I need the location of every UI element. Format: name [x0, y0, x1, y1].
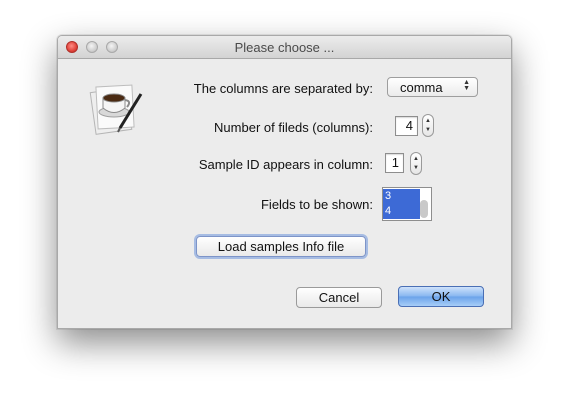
- sample-id-input[interactable]: 1: [385, 153, 404, 173]
- separator-label: The columns are separated by:: [193, 81, 373, 96]
- stepper-up-icon[interactable]: ▲: [423, 118, 433, 124]
- window-title: Please choose ...: [234, 40, 335, 55]
- list-item[interactable]: 4: [383, 204, 420, 219]
- stepper-up-icon[interactable]: ▲: [411, 156, 421, 162]
- num-fields-input[interactable]: 4: [395, 116, 418, 136]
- sample-id-stepper[interactable]: ▲ ▼: [410, 152, 422, 175]
- stepper-down-icon[interactable]: ▼: [423, 127, 433, 133]
- num-fields-label: Number of fileds (columns):: [214, 120, 373, 135]
- title-bar[interactable]: Please choose ...: [58, 36, 511, 59]
- ok-button[interactable]: OK: [398, 286, 484, 307]
- list-item[interactable]: 3: [383, 189, 420, 204]
- dialog-window: Please choose ... The columns are separa…: [57, 35, 512, 329]
- stepper-down-icon[interactable]: ▼: [411, 165, 421, 171]
- separator-select[interactable]: comma ▲ ▼: [387, 77, 478, 97]
- fields-shown-list[interactable]: 3 4: [382, 187, 432, 221]
- separator-select-value: comma: [400, 80, 443, 95]
- cancel-button[interactable]: Cancel: [296, 287, 382, 308]
- sample-id-label: Sample ID appears in column:: [198, 157, 373, 172]
- updown-arrows-icon: ▲ ▼: [463, 79, 470, 92]
- load-samples-info-button[interactable]: Load samples Info file: [196, 236, 366, 257]
- fields-shown-label: Fields to be shown:: [260, 197, 373, 212]
- coffee-cup-pen-icon: [86, 76, 150, 140]
- num-fields-stepper[interactable]: ▲ ▼: [422, 114, 434, 137]
- list-scrollbar[interactable]: [420, 200, 428, 218]
